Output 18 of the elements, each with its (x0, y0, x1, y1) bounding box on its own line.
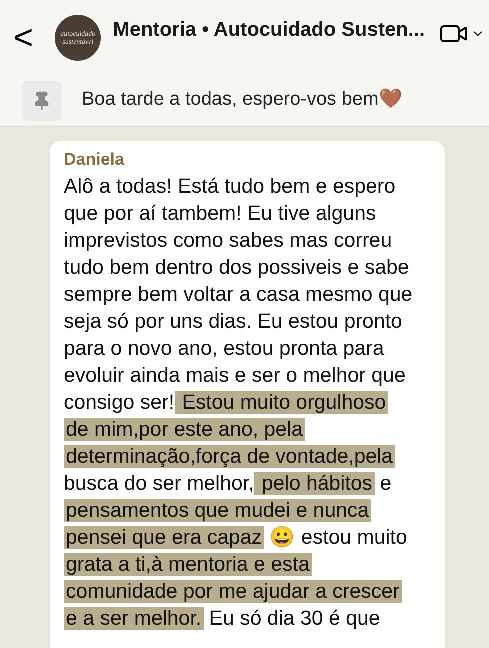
pinned-bar[interactable]: Boa tarde a todas, espero-vos bem🤎 (0, 75, 489, 127)
message-line: evoluir ainda mais e ser o melhor que (64, 363, 407, 389)
message-line: pensei que era capaz 😀 estou muito (64, 525, 408, 551)
message-line: Alô a todas! Está tudo bem e espero (64, 174, 397, 200)
message-line: seja só por uns dias. Eu estou pronto (64, 309, 404, 335)
back-button[interactable]: < (12, 20, 36, 54)
chat-title[interactable]: Mentoria • Autocuidado Susten... (113, 14, 425, 44)
sender-name: Daniela (64, 149, 126, 171)
message-line: para o novo ano, estou pronta para (64, 336, 386, 362)
message-line: busca do ser melhor, pelo hábitos e (64, 471, 393, 497)
message-line: sempre bem voltar a casa mesmo que (64, 282, 414, 308)
message-line: consigo ser! Estou muito orgulhoso (64, 390, 390, 416)
pinned-message: Boa tarde a todas, espero-vos bem🤎 (82, 88, 403, 112)
pin-icon (22, 80, 62, 120)
message-line: imprevistos como sabes mas correu (64, 228, 394, 254)
message-line: tudo bem dentro dos possiveis e sabe (64, 255, 410, 281)
message-line: que por aí tambem! Eu tive alguns (64, 201, 378, 227)
message-line: e a ser melhor. Eu só dia 30 é que (64, 606, 382, 632)
